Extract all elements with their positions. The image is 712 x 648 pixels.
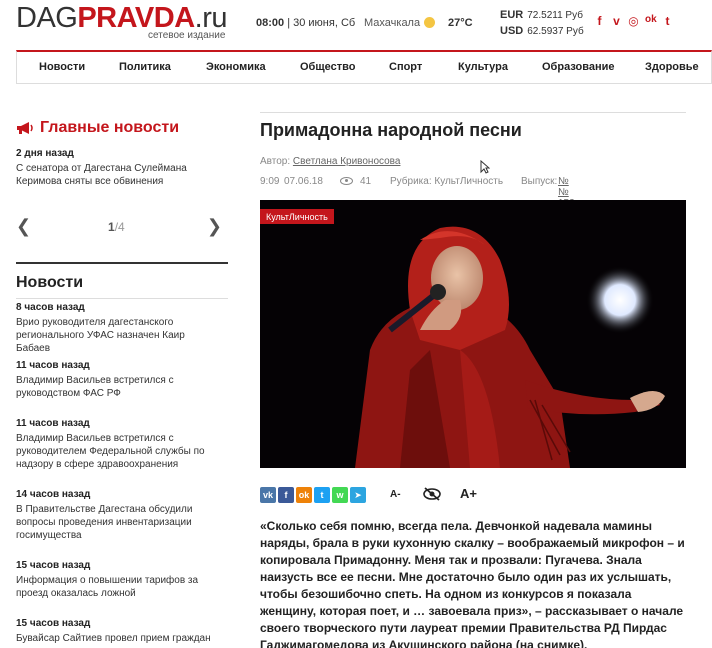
issue-label: Выпуск: <box>521 176 558 187</box>
telegram-share-icon[interactable]: ➤ <box>350 487 366 503</box>
list-item: 8 часов назад Врио руководителя дагестан… <box>16 302 221 355</box>
news-link[interactable]: Владимир Васильев встретился с руководст… <box>16 374 191 400</box>
main-news-heading: Главные новости <box>16 119 179 137</box>
facebook-icon[interactable]: f <box>594 14 605 28</box>
currency-usd: USD 62.5937 Руб <box>500 25 584 37</box>
slider-pager: 1/4 <box>108 220 125 234</box>
news-link[interactable]: Бувайсар Сайтиев провел прием граждан <box>16 632 221 645</box>
author-link[interactable]: Светлана Кривоносова <box>293 156 401 167</box>
instagram-icon[interactable]: ◎ <box>628 14 639 28</box>
vk-share-icon[interactable]: vk <box>260 487 276 503</box>
article-author: Автор: Светлана Кривоносова <box>260 156 401 167</box>
article-photo <box>260 200 686 468</box>
site-header: DAGPRAVDA.ru сетевое издание 08:00 | 30 … <box>0 0 712 48</box>
font-decrease-button[interactable]: A- <box>390 489 401 500</box>
news-link[interactable]: Информация о повышении тарифов за проезд… <box>16 574 201 600</box>
list-item: 11 часов назад Владимир Васильев встрети… <box>16 418 221 471</box>
nav-item-society[interactable]: Общество <box>300 61 355 73</box>
font-increase-button[interactable]: A+ <box>460 486 477 501</box>
twitter-icon[interactable]: t <box>662 14 673 28</box>
odnoklassniki-icon[interactable]: ok <box>645 14 657 28</box>
whatsapp-share-icon[interactable]: w <box>332 487 348 503</box>
chevron-left-icon[interactable]: ❮ <box>16 216 31 237</box>
chevron-right-icon[interactable]: ❯ <box>207 216 222 237</box>
news-heading: Новости <box>16 274 84 291</box>
article-time: 9:09 <box>260 176 280 187</box>
nav-item-economy[interactable]: Экономика <box>206 61 266 73</box>
currency-eur: EUR 72.5211 Руб <box>500 9 583 21</box>
social-links: f v ◎ ok t <box>594 14 673 28</box>
photo-category-badge[interactable]: КультЛичность <box>260 209 334 224</box>
twitter-share-icon[interactable]: t <box>314 487 330 503</box>
facebook-share-icon[interactable]: f <box>278 487 294 503</box>
sun-icon <box>424 17 435 28</box>
hide-images-icon[interactable] <box>422 487 442 501</box>
article-title: Примадонна народной песни <box>260 120 522 140</box>
share-buttons: vk f ok t w ➤ <box>260 487 366 503</box>
section-divider <box>16 298 228 299</box>
mouse-cursor-icon <box>480 159 491 179</box>
main-nav: Новости Политика Экономика Общество Спор… <box>16 50 712 84</box>
news-link[interactable]: В Правительстве Дагестана обсудили вопро… <box>16 503 211 542</box>
eye-icon <box>340 177 353 185</box>
list-item: 14 часов назад В Правительстве Дагестана… <box>16 489 211 542</box>
temperature: 27°С <box>448 17 473 29</box>
view-count: 41 <box>360 176 372 187</box>
odnoklassniki-share-icon[interactable]: ok <box>296 487 312 503</box>
list-item: 15 часов назад Бувайсар Сайтиев провел п… <box>16 618 221 645</box>
nav-item-news[interactable]: Новости <box>39 61 85 73</box>
nav-item-education[interactable]: Образование <box>542 61 615 73</box>
section-divider <box>16 262 228 264</box>
news-link[interactable]: Врио руководителя дагестанского регионал… <box>16 316 221 355</box>
megaphone-icon <box>16 121 34 135</box>
main-news-link[interactable]: С сенатора от Дагестана Сулейманa Керимо… <box>16 162 216 188</box>
news-link[interactable]: Владимир Васильев встретился с руководит… <box>16 432 221 471</box>
logo-subtitle: сетевое издание <box>148 30 226 41</box>
header-datetime: 08:00 | 30 июня, Сб <box>256 17 356 29</box>
main-news-slider: ❮ 1/4 ❯ <box>16 216 228 236</box>
article-lead: «Сколько себя помню, всегда пела. Девчон… <box>260 519 685 648</box>
header-city: Махачкала <box>364 17 421 29</box>
vk-icon[interactable]: v <box>611 14 622 28</box>
article-top-rule <box>260 112 686 113</box>
nav-item-politics[interactable]: Политика <box>119 61 171 73</box>
article-date: 07.06.18 <box>284 176 323 187</box>
nav-item-sport[interactable]: Спорт <box>389 61 422 73</box>
main-news-time: 2 дня назад <box>16 148 74 159</box>
list-item: 11 часов назад Владимир Васильев встрети… <box>16 360 191 400</box>
nav-item-culture[interactable]: Культура <box>458 61 508 73</box>
nav-item-health[interactable]: Здоровье <box>645 61 699 73</box>
list-item: 15 часов назад Информация о повышении та… <box>16 560 201 600</box>
